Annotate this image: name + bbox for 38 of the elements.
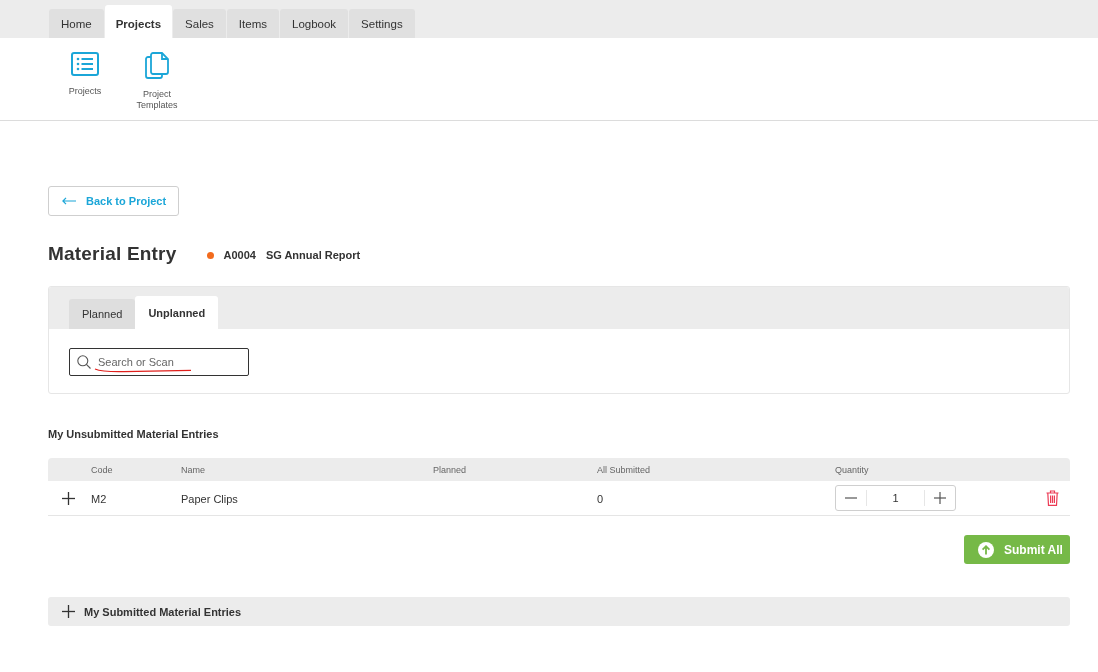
ribbon-button[interactable]: Projects xyxy=(56,52,114,97)
quantity-stepper[interactable]: 1 xyxy=(835,485,956,511)
documents-icon xyxy=(145,52,169,79)
nav-tab[interactable]: Home xyxy=(49,9,104,38)
plus-icon xyxy=(934,492,946,504)
section-title: My Unsubmitted Material Entries xyxy=(48,428,219,440)
list-icon xyxy=(71,52,99,76)
trash-icon xyxy=(1046,490,1059,506)
column-header: Quantity xyxy=(835,464,869,475)
table-cell: M2 xyxy=(91,493,107,505)
plus-icon[interactable] xyxy=(62,491,75,505)
arrow-left-icon xyxy=(62,197,76,205)
nav-tab[interactable]: Projects xyxy=(104,5,173,38)
ribbon-button[interactable]: Project Templates xyxy=(128,52,186,111)
quantity-field[interactable]: 1 xyxy=(866,490,925,506)
nav-tab[interactable]: Logbook xyxy=(280,9,349,38)
search-icon xyxy=(77,355,91,369)
nav-tab[interactable]: Sales xyxy=(173,9,226,38)
submitted-entries-accordion[interactable]: My Submitted Material Entries xyxy=(48,597,1070,626)
search-field[interactable]: Search or Scan xyxy=(69,348,249,376)
table-cell: 0 xyxy=(597,493,604,505)
project-code: A0004 xyxy=(223,249,256,261)
project-name: SG Annual Report xyxy=(265,249,361,261)
nav-tab[interactable]: Items xyxy=(226,9,279,38)
delete-button[interactable] xyxy=(1046,490,1059,506)
ribbon-label: Projects xyxy=(67,86,103,97)
column-header: Planned xyxy=(433,464,467,475)
entry-tab[interactable]: Planned xyxy=(69,299,136,329)
column-header: Code xyxy=(91,464,113,475)
page-title: Material Entry xyxy=(48,243,177,265)
nav-tab[interactable]: Settings xyxy=(349,9,415,38)
status-dot-icon xyxy=(207,251,215,259)
table-cell: Paper Clips xyxy=(181,493,238,505)
ribbon-label: Project Templates xyxy=(135,89,179,111)
column-header: Name xyxy=(181,464,205,475)
entry-tab[interactable]: Unplanned xyxy=(135,296,219,329)
upload-circle-icon xyxy=(978,541,994,558)
column-header: All Submitted xyxy=(597,464,651,475)
